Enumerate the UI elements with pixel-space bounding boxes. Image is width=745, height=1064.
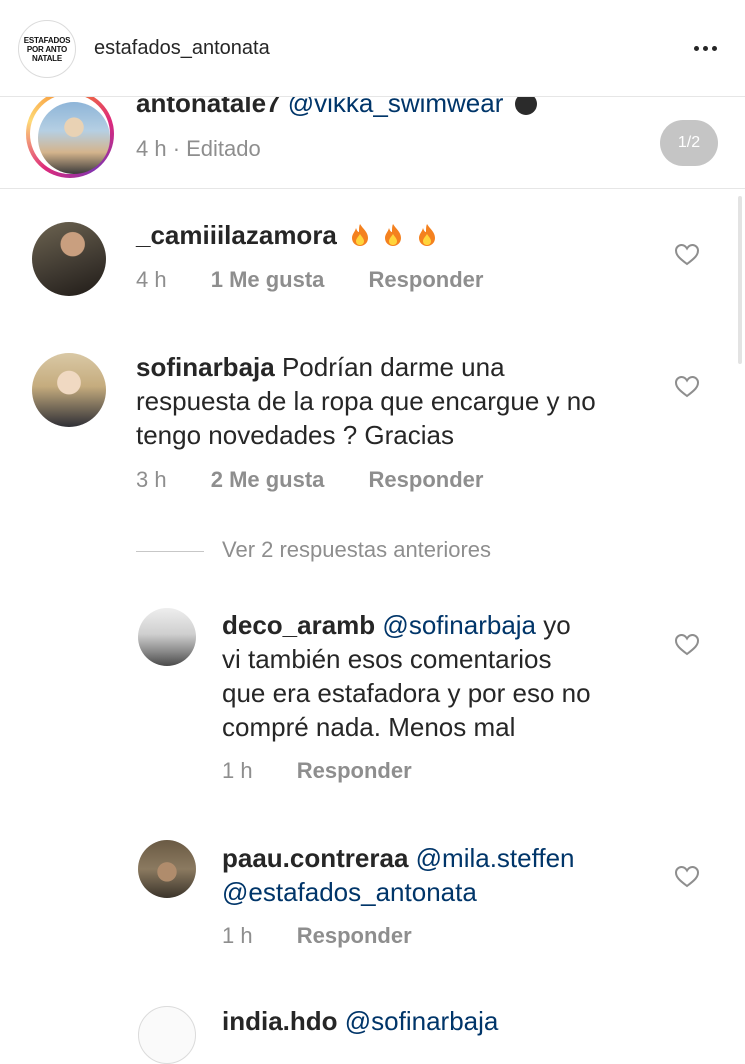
scrollbar[interactable]	[738, 196, 742, 364]
carousel-page-indicator: 1/2	[660, 120, 718, 166]
heart-icon[interactable]	[674, 865, 700, 889]
view-replies-button[interactable]: Ver 2 respuestas anteriores	[222, 537, 491, 563]
fire-icon	[352, 224, 369, 246]
comment-line: Podrían darme una	[281, 352, 505, 382]
reply-mention[interactable]: @sofinarbaja	[382, 610, 536, 640]
view-replies-divider	[136, 551, 204, 552]
account-logo: ESTAFADOS POR ANTO NATALE	[23, 35, 71, 63]
comment-line: respuesta de la ropa que encargue y no	[136, 386, 596, 416]
bomb-icon	[514, 96, 537, 115]
reply-line: que era estafadora y por eso no	[222, 678, 591, 708]
reply-button[interactable]: Responder	[369, 267, 484, 292]
heart-icon[interactable]	[674, 633, 700, 657]
reply-button[interactable]: Responder	[297, 923, 412, 948]
post-caption: antonatale7 @vikka_swimwear 4 h · Editad…	[0, 96, 745, 189]
comment-text: _camiiilazamora	[136, 218, 437, 252]
reply-line: yo	[543, 610, 571, 640]
reply-meta: 1 h Responder	[222, 923, 412, 949]
reply-text: deco_aramb @sofinarbaja yo vi también es…	[222, 608, 662, 744]
caption-mention[interactable]: @vikka_swimwear	[288, 96, 504, 118]
comment-likes[interactable]: 1 Me gusta	[211, 267, 325, 292]
reply-avatar[interactable]	[138, 608, 196, 666]
reply-line: compré nada. Menos mal	[222, 712, 516, 742]
reply-username[interactable]: paau.contreraa	[222, 843, 408, 873]
comment-time: 3 h	[136, 467, 167, 492]
account-avatar[interactable]: ESTAFADOS POR ANTO NATALE	[18, 20, 76, 78]
comment-text: sofinarbaja Podrían darme una respuesta …	[136, 350, 676, 452]
comment-likes[interactable]: 2 Me gusta	[211, 467, 325, 492]
account-name[interactable]: estafados_antonata	[94, 37, 270, 60]
heart-icon[interactable]	[674, 243, 700, 267]
comment-avatar[interactable]	[32, 353, 106, 427]
comment-meta: 4 h 1 Me gusta Responder	[136, 267, 483, 293]
comment-username[interactable]: _camiiilazamora	[136, 220, 337, 250]
reply-meta: 1 h Responder	[222, 758, 412, 784]
caption-meta: 4 h · Editado	[136, 136, 261, 161]
caption-text: antonatale7 @vikka_swimwear	[136, 96, 537, 119]
reply-username[interactable]: deco_aramb	[222, 610, 375, 640]
caption-avatar	[38, 102, 110, 174]
reply-username[interactable]: india.hdo	[222, 1006, 338, 1036]
reply-mention[interactable]: @mila.steffen	[416, 843, 575, 873]
reply-time: 1 h	[222, 758, 253, 783]
reply-line: vi también esos comentarios	[222, 644, 552, 674]
comment-avatar[interactable]	[32, 222, 106, 296]
fire-icon	[418, 224, 435, 246]
reply-avatar[interactable]	[138, 840, 196, 898]
reply-text: india.hdo @sofinarbaja	[222, 1004, 662, 1038]
more-options-icon[interactable]	[694, 46, 717, 51]
fire-icon	[385, 224, 402, 246]
reply-button[interactable]: Responder	[369, 467, 484, 492]
comment-meta: 3 h 2 Me gusta Responder	[136, 467, 483, 493]
caption-username[interactable]: antonatale7	[136, 96, 281, 118]
comment-username[interactable]: sofinarbaja	[136, 352, 275, 382]
story-ring[interactable]	[26, 96, 114, 178]
post-header: ESTAFADOS POR ANTO NATALE estafados_anto…	[0, 0, 745, 97]
reply-button[interactable]: Responder	[297, 758, 412, 783]
reply-mention[interactable]: @sofinarbaja	[345, 1006, 499, 1036]
reply-text: paau.contreraa @mila.steffen @estafados_…	[222, 841, 662, 909]
reply-time: 1 h	[222, 923, 253, 948]
reply-mention[interactable]: @estafados_antonata	[222, 877, 477, 907]
comment-line: tengo novedades ? Gracias	[136, 420, 454, 450]
heart-icon[interactable]	[674, 375, 700, 399]
comment-time: 4 h	[136, 267, 167, 292]
reply-avatar[interactable]	[138, 1006, 196, 1064]
